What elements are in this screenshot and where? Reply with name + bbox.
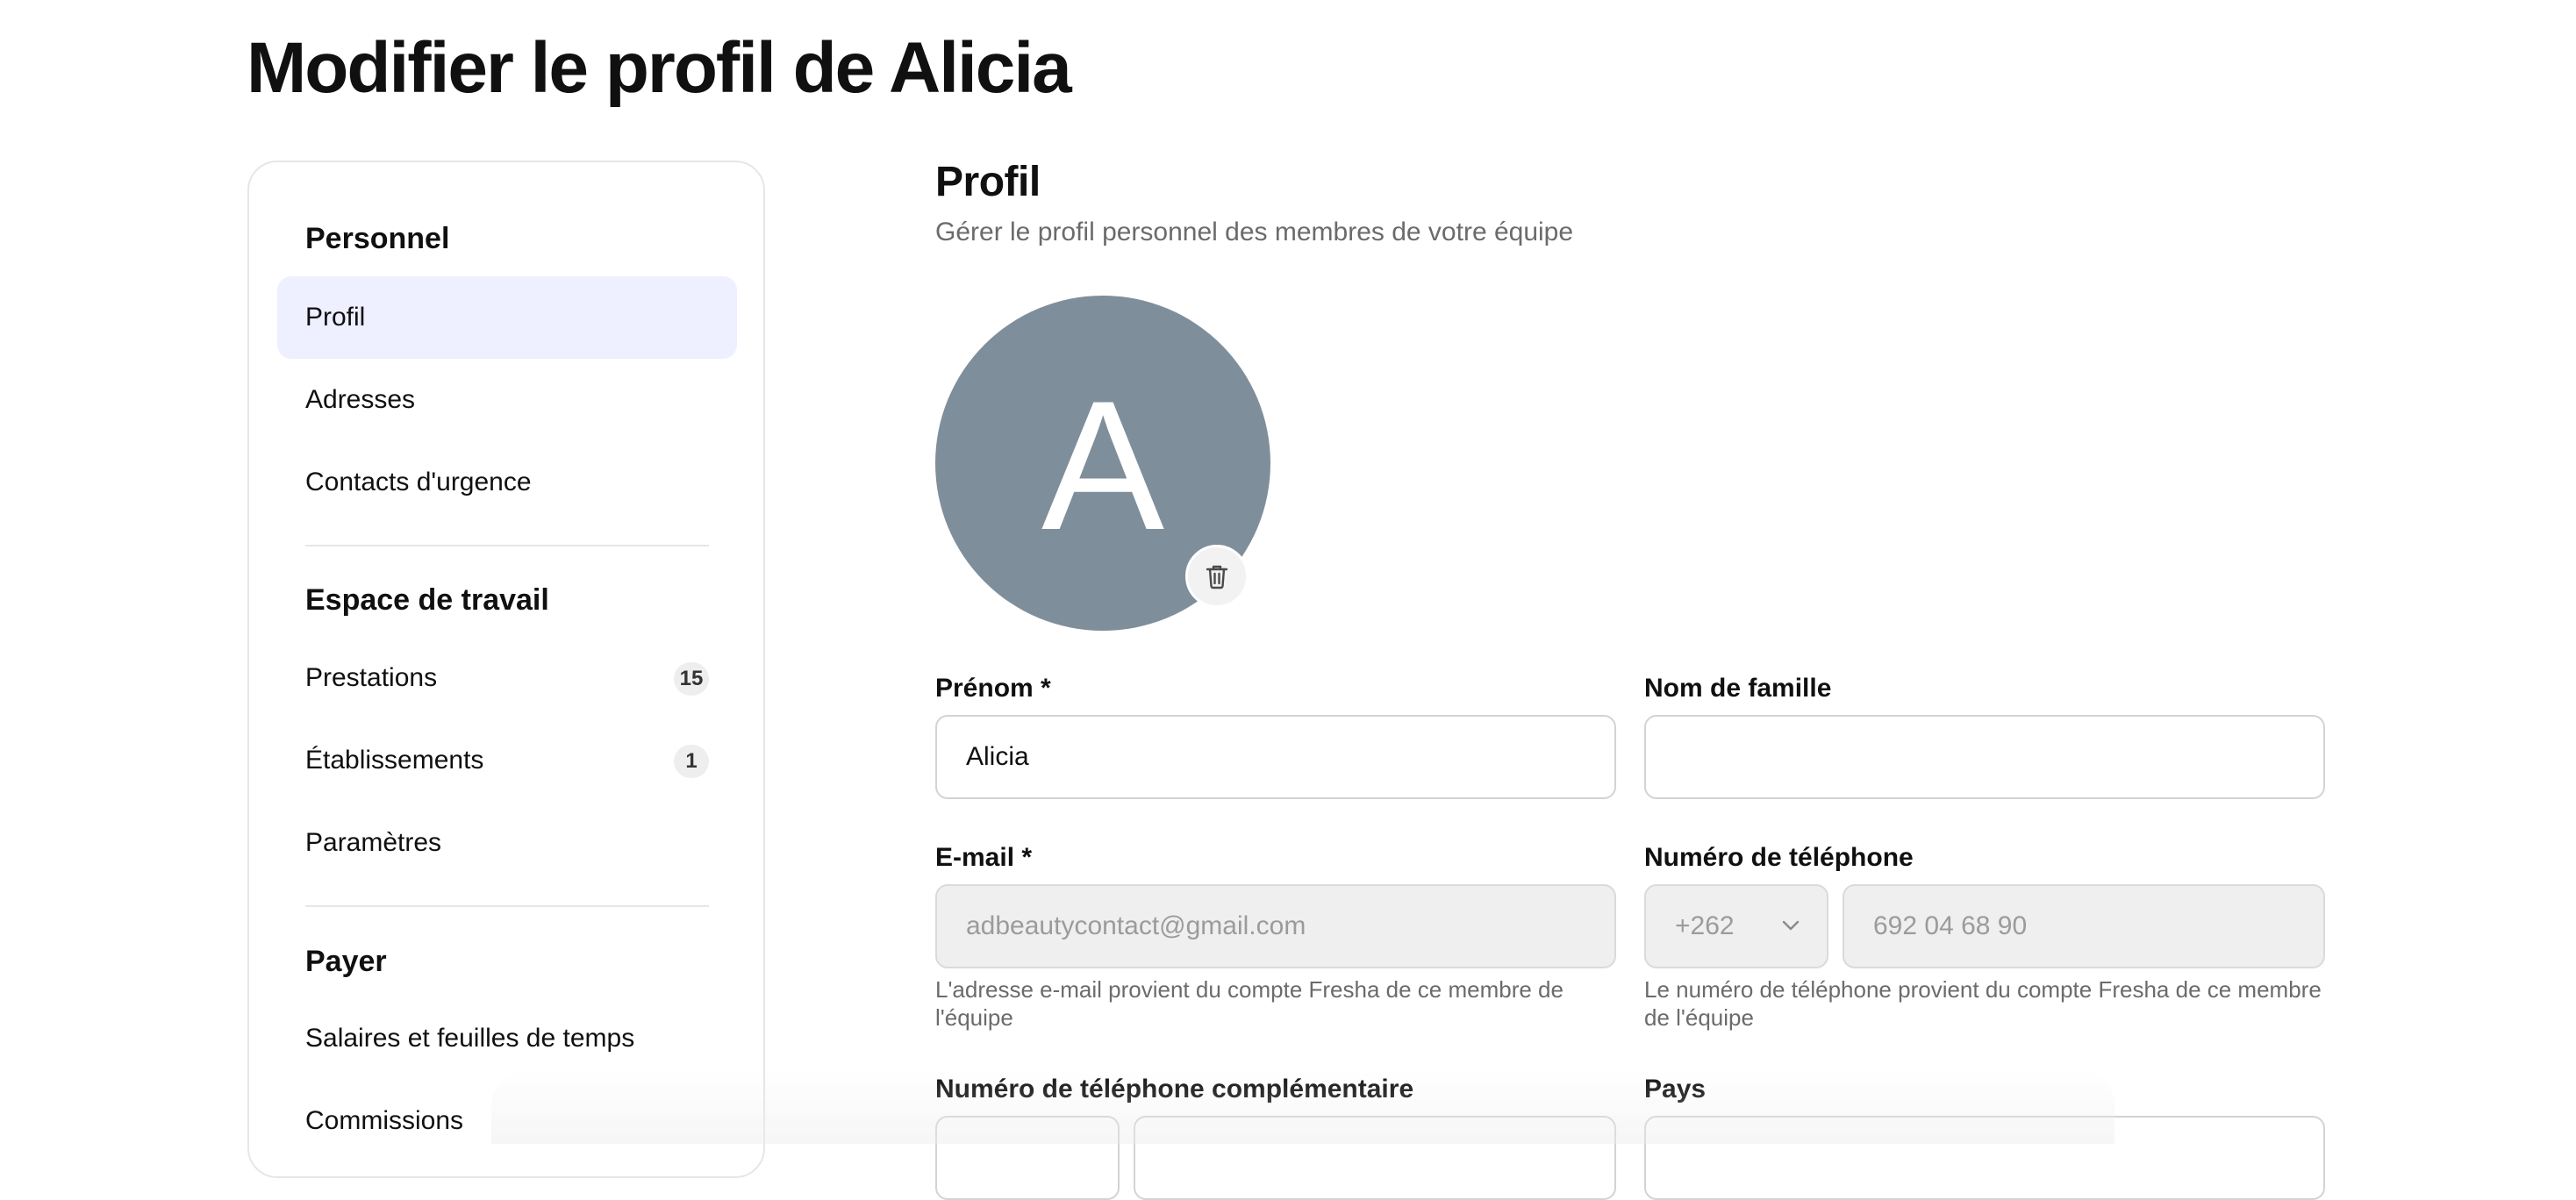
last-name-label: Nom de famille — [1644, 674, 1832, 703]
chevron-down-icon — [1782, 920, 1800, 931]
extra-phone-country-select[interactable] — [935, 1116, 1120, 1200]
sidebar-item-label: Contacts d'urgence — [305, 468, 532, 496]
email-input[interactable]: adbeautycontact@gmail.com — [935, 884, 1616, 968]
first-name-label: Prénom * — [935, 674, 1051, 703]
last-name-input[interactable] — [1644, 715, 2325, 799]
sidebar-item-profil[interactable]: Profil — [277, 276, 737, 359]
country-code-value: +262 — [1675, 911, 1735, 940]
sidebar-item-label: Commissions — [305, 1106, 464, 1135]
sidebar-item-contacts-urgence[interactable]: Contacts d'urgence — [277, 441, 737, 524]
first-name-input[interactable]: Alicia — [935, 715, 1616, 799]
page-title: Modifier le profil de Alicia — [247, 28, 1072, 108]
profile-sidebar: Personnel Profil Adresses Contacts d'urg… — [247, 161, 765, 1178]
email-label: E-mail * — [935, 843, 1033, 872]
country-label: Pays — [1644, 1075, 1707, 1104]
first-name-value: Alicia — [966, 742, 1029, 771]
avatar-initial: A — [1041, 362, 1165, 568]
phone-helper-text: Le numéro de téléphone provient du compt… — [1644, 976, 2322, 1031]
delete-avatar-button[interactable] — [1185, 545, 1249, 608]
phone-input[interactable]: 692 04 68 90 — [1843, 884, 2325, 968]
country-code-select[interactable]: +262 — [1644, 884, 1828, 968]
sidebar-item-label: Adresses — [305, 385, 416, 414]
sidebar-item-etablissements[interactable]: Établissements 1 — [277, 719, 737, 802]
extra-phone-label: Numéro de téléphone complémentaire — [935, 1075, 1414, 1104]
sidebar-item-label: Paramètres — [305, 828, 442, 857]
sidebar-item-salaires[interactable]: Salaires et feuilles de temps — [277, 997, 737, 1080]
email-value: adbeautycontact@gmail.com — [966, 911, 1306, 940]
sidebar-item-label: Prestations — [305, 663, 438, 692]
sidebar-item-label: Établissements — [305, 746, 484, 775]
sidebar-heading-personnel: Personnel — [305, 222, 450, 255]
email-helper-text: L'adresse e-mail provient du compte Fres… — [935, 976, 1563, 1031]
sidebar-item-label: Profil — [305, 303, 366, 332]
sidebar-divider — [305, 905, 709, 907]
sidebar-divider — [305, 545, 709, 546]
sidebar-heading-espace-travail: Espace de travail — [305, 583, 549, 617]
sidebar-item-commissions[interactable]: Commissions — [277, 1080, 737, 1162]
sidebar-item-parametres[interactable]: Paramètres — [277, 802, 737, 884]
extra-phone-input[interactable] — [1134, 1116, 1616, 1200]
sidebar-item-adresses[interactable]: Adresses — [277, 359, 737, 441]
trash-icon — [1206, 565, 1228, 589]
count-badge: 15 — [674, 662, 709, 696]
country-select[interactable] — [1644, 1116, 2325, 1200]
sidebar-item-label: Salaires et feuilles de temps — [305, 1024, 635, 1053]
count-badge: 1 — [674, 745, 709, 778]
phone-value: 692 04 68 90 — [1873, 911, 2028, 940]
section-subtitle: Gérer le profil personnel des membres de… — [935, 218, 1574, 246]
section-title: Profil — [935, 159, 1041, 205]
sidebar-heading-payer: Payer — [305, 945, 387, 978]
phone-label: Numéro de téléphone — [1644, 843, 1914, 872]
sidebar-item-prestations[interactable]: Prestations 15 — [277, 637, 737, 719]
